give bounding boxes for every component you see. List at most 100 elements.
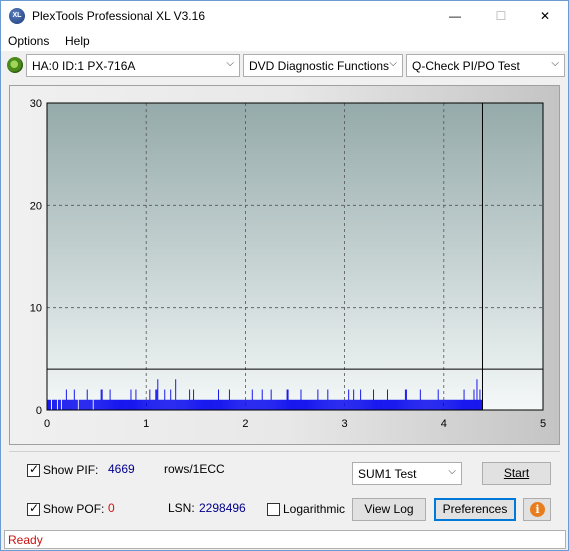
- pif-bar: [53, 399, 55, 410]
- pif-bar: [131, 399, 133, 410]
- x-tick-label: 0: [44, 418, 50, 430]
- pif-bar: [324, 399, 326, 410]
- show-pif-checkbox[interactable]: ✓: [27, 462, 40, 477]
- pif-bar: [256, 399, 258, 410]
- pif-bar: [415, 399, 417, 410]
- pif-bar: [161, 399, 163, 410]
- pif-bar: [344, 399, 346, 410]
- show-pof-checkbox[interactable]: ✓: [27, 501, 40, 516]
- pif-bar: [83, 399, 85, 410]
- pif-bar: [285, 399, 287, 410]
- sum-test-select[interactable]: SUM1 Test ⌵: [352, 462, 462, 485]
- pif-bar: [69, 399, 71, 410]
- pif-bar: [226, 399, 228, 410]
- pif-bar: [170, 389, 172, 410]
- pif-bar: [284, 399, 286, 410]
- pif-bar: [210, 399, 211, 410]
- pif-bar: [105, 399, 107, 410]
- pif-bar: [449, 399, 451, 410]
- pif-bar: [134, 399, 136, 410]
- pif-bar: [174, 399, 176, 410]
- pif-bar: [133, 399, 135, 410]
- pif-bar: [299, 399, 301, 410]
- pif-bar: [335, 399, 337, 410]
- pif-bar: [275, 399, 277, 410]
- pif-bar: [270, 389, 272, 410]
- minimize-button[interactable]: —: [432, 1, 478, 31]
- pif-bar: [308, 399, 310, 410]
- pif-bar: [392, 399, 393, 410]
- pif-bar: [230, 399, 232, 410]
- pif-bar: [457, 399, 459, 410]
- pif-bar: [115, 399, 117, 410]
- pif-bar: [108, 399, 110, 410]
- view-log-button[interactable]: View Log: [352, 498, 426, 521]
- pif-bar: [461, 399, 463, 410]
- pif-bar: [436, 399, 438, 410]
- pif-bar: [448, 399, 450, 410]
- pif-bar: [82, 399, 84, 410]
- pif-bar: [414, 399, 416, 410]
- function-select[interactable]: DVD Diagnostic Functions ⌵: [243, 54, 403, 77]
- pif-bar: [369, 399, 371, 410]
- pif-bar: [398, 399, 400, 410]
- pif-bar: [320, 399, 322, 410]
- pif-bar: [70, 399, 72, 410]
- pif-bar: [417, 399, 419, 410]
- pif-bar: [61, 399, 63, 410]
- menu-options[interactable]: Options: [8, 34, 49, 48]
- pif-bar: [180, 399, 182, 410]
- function-select-value: DVD Diagnostic Functions: [249, 59, 390, 73]
- drive-select-value: HA:0 ID:1 PX-716A: [32, 59, 136, 73]
- pif-bar: [431, 399, 433, 410]
- pif-bar: [75, 399, 77, 410]
- pif-bar: [350, 399, 352, 410]
- pif-bar: [117, 399, 119, 410]
- menu-help[interactable]: Help: [65, 34, 90, 48]
- pif-bar: [138, 399, 140, 410]
- pif-bar: [74, 399, 76, 410]
- start-button[interactable]: Start: [482, 462, 551, 485]
- maximize-button[interactable]: ☐: [478, 1, 524, 31]
- pif-bar: [439, 399, 441, 410]
- pif-bar: [246, 399, 248, 410]
- pif-bar: [195, 399, 197, 410]
- drive-select[interactable]: HA:0 ID:1 PX-716A ⌵: [26, 54, 240, 77]
- close-button[interactable]: ✕: [522, 1, 568, 31]
- pif-bar: [314, 399, 316, 410]
- pif-bar: [66, 399, 68, 410]
- pif-bar: [157, 379, 159, 410]
- pif-bar: [122, 399, 124, 410]
- pif-bar: [242, 399, 244, 410]
- logarithmic-checkbox[interactable]: [267, 503, 280, 516]
- pif-bar: [298, 399, 300, 410]
- pif-bar: [458, 399, 460, 410]
- pif-bar: [136, 399, 138, 410]
- pif-bar: [205, 399, 206, 410]
- pif-bar: [110, 399, 112, 410]
- test-select[interactable]: Q-Check PI/PO Test ⌵: [406, 54, 565, 77]
- pif-bar: [365, 399, 367, 410]
- pif-bar: [52, 399, 54, 410]
- pif-bar: [91, 399, 93, 410]
- pif-bar: [440, 399, 442, 410]
- info-button[interactable]: i: [523, 498, 551, 521]
- pif-bar: [234, 399, 236, 410]
- y-tick-label: 0: [36, 405, 42, 417]
- pif-bar: [307, 399, 309, 410]
- pif-bar: [84, 399, 86, 410]
- pif-bar: [254, 399, 256, 410]
- pif-bar: [63, 399, 65, 410]
- pif-bar: [355, 399, 357, 410]
- pif-bar: [154, 399, 156, 410]
- pif-bar: [112, 399, 114, 410]
- pif-bar: [319, 399, 321, 410]
- pif-bar: [310, 399, 312, 410]
- chevron-down-icon: ⌵: [551, 58, 559, 69]
- preferences-button[interactable]: Preferences: [434, 498, 516, 521]
- pif-bar: [93, 399, 95, 410]
- pif-bar: [127, 399, 129, 410]
- pif-bar: [201, 399, 203, 410]
- pif-bar: [420, 399, 422, 410]
- pif-bar: [116, 399, 118, 410]
